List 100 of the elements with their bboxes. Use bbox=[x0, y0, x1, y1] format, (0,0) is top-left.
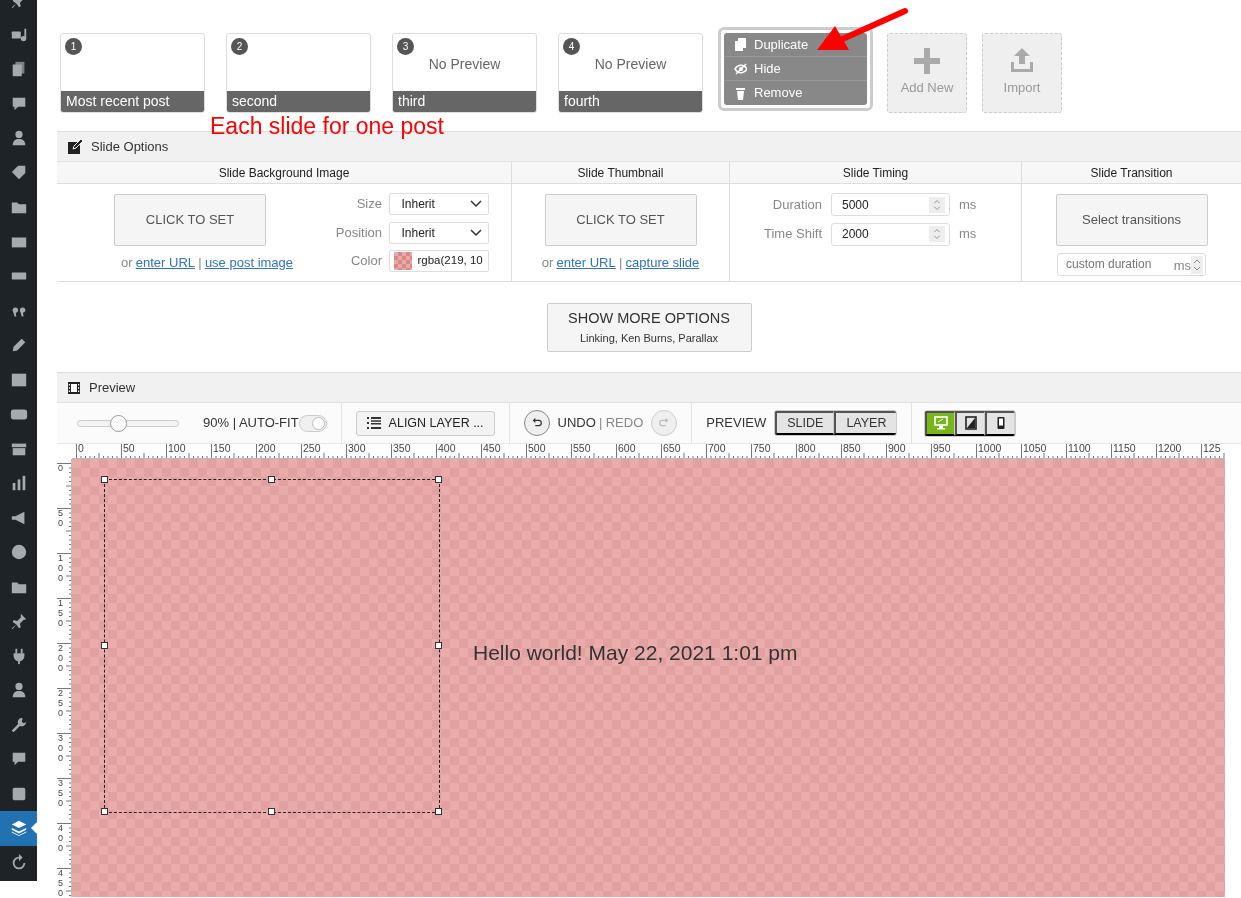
ruler-label: 300 bbox=[348, 444, 366, 454]
link[interactable]: use post image bbox=[204, 252, 294, 272]
slide-number: 2 bbox=[231, 38, 248, 55]
device-button[interactable] bbox=[985, 410, 1016, 436]
chevron-icon bbox=[469, 228, 482, 237]
ruler-label: 50 bbox=[58, 509, 64, 529]
link[interactable]: capture slide bbox=[625, 252, 700, 272]
number-field[interactable]: 5000 bbox=[831, 193, 950, 216]
ruler-label: 100 bbox=[168, 444, 186, 454]
field-label: Position bbox=[334, 223, 382, 242]
slide-title: third bbox=[393, 91, 536, 112]
field-label: Duration bbox=[771, 195, 822, 214]
active-indicator bbox=[31, 822, 37, 835]
ruler-label: 0 bbox=[58, 464, 64, 474]
trash-icon bbox=[734, 86, 747, 100]
ruler-label: 1000 bbox=[978, 444, 1002, 454]
unit-label: ms bbox=[1173, 256, 1191, 275]
show-more-options-button[interactable]: SHOW MORE OPTIONS Linking, Ken Burns, Parallax bbox=[546, 302, 752, 352]
layers-icon bbox=[9, 819, 28, 838]
ruler-label: 600 bbox=[618, 444, 636, 454]
ruler-label: 300 bbox=[58, 734, 64, 764]
wrench-icon bbox=[9, 715, 28, 734]
ruler-label: 100 bbox=[58, 554, 64, 584]
slide-thumbnail[interactable]: Most recent post 1 bbox=[60, 33, 205, 113]
number-field[interactable]: 2000 bbox=[831, 222, 950, 246]
resize-handle[interactable] bbox=[101, 476, 108, 483]
ruler-label: 250 bbox=[58, 689, 64, 719]
set-image-button[interactable]: CLICK TO SET bbox=[114, 194, 266, 246]
panel-title: Slide Options bbox=[91, 137, 169, 156]
select-field[interactable]: Inherit bbox=[388, 193, 489, 215]
resize-handle[interactable] bbox=[268, 476, 275, 483]
ruler-label: 1150 bbox=[1113, 444, 1136, 454]
resize-handle[interactable] bbox=[435, 476, 442, 483]
ruler-label: 650 bbox=[663, 444, 681, 454]
link[interactable]: enter URL bbox=[135, 252, 195, 272]
spinner-icon bbox=[1191, 256, 1203, 275]
select-transitions-button[interactable]: Select transitions bbox=[1055, 194, 1208, 246]
ruler-label: 800 bbox=[798, 444, 816, 454]
preview-mode-tab[interactable]: SLIDE bbox=[775, 411, 835, 435]
spinner-icon bbox=[929, 195, 945, 214]
preview-mode-tab[interactable]: LAYER bbox=[834, 411, 897, 435]
menu-item[interactable]: Remove bbox=[724, 81, 867, 105]
zoom-label: 90% | AUTO-FIT bbox=[203, 414, 299, 433]
unit-label: ms bbox=[959, 195, 977, 214]
plus-icon bbox=[914, 48, 940, 75]
slide-title: fourth bbox=[559, 91, 702, 112]
text-layer[interactable]: Hello world! May 22, 2021 1:01 pm bbox=[471, 635, 800, 671]
ruler-label: 350 bbox=[393, 444, 411, 454]
ruler-label: 400 bbox=[438, 444, 456, 454]
tablet-icon bbox=[964, 416, 978, 430]
preview-placeholder: No Preview bbox=[594, 55, 667, 74]
align-layer-button[interactable]: ALIGN LAYER ... bbox=[355, 410, 495, 436]
column-heading: Slide Timing bbox=[730, 162, 1021, 184]
ruler-label: 150 bbox=[213, 444, 231, 454]
film-icon bbox=[67, 380, 81, 395]
device-button[interactable] bbox=[925, 410, 956, 436]
annotation-caption: Each slide for one post bbox=[210, 113, 444, 141]
sidebar-item[interactable] bbox=[0, 811, 37, 846]
ruler-label: 550 bbox=[573, 444, 591, 454]
slide-number: 1 bbox=[65, 38, 82, 55]
column-heading: Slide Transition bbox=[1022, 162, 1241, 184]
undo-label: UNDO bbox=[557, 414, 596, 433]
unit-label: ms bbox=[959, 225, 977, 244]
ruler-label: 450 bbox=[483, 444, 501, 454]
ruler-label: 200 bbox=[58, 644, 64, 674]
ruler-label: 750 bbox=[753, 444, 771, 454]
select-field[interactable]: Inherit bbox=[388, 221, 489, 244]
ruler-label: 400 bbox=[58, 824, 64, 854]
undo-button[interactable] bbox=[523, 410, 550, 436]
or-label: or bbox=[120, 253, 133, 272]
edit-icon bbox=[67, 138, 83, 155]
monitor-icon bbox=[934, 416, 948, 430]
link[interactable]: enter URL bbox=[556, 252, 616, 272]
ruler-label: 1100 bbox=[1068, 444, 1091, 454]
eye-slash-icon bbox=[734, 62, 747, 75]
slide-thumbnail[interactable]: No Preview fourth 4 bbox=[558, 33, 703, 113]
resize-handle[interactable] bbox=[101, 808, 108, 815]
list-icon bbox=[366, 417, 381, 429]
zoom-slider[interactable] bbox=[77, 414, 179, 432]
device-button[interactable] bbox=[955, 410, 986, 436]
resize-handle[interactable] bbox=[101, 642, 108, 649]
auto-fit-toggle[interactable] bbox=[298, 414, 327, 432]
slide-title: second bbox=[227, 91, 370, 112]
resize-handle[interactable] bbox=[268, 808, 275, 815]
menu-item[interactable]: Hide bbox=[724, 57, 867, 81]
resize-handle[interactable] bbox=[435, 642, 442, 649]
ruler-label: 150 bbox=[58, 599, 64, 629]
slide-number: 3 bbox=[397, 38, 414, 55]
ruler-label: 200 bbox=[258, 444, 276, 454]
color-swatch bbox=[393, 252, 412, 270]
divider-label: | bbox=[599, 414, 603, 433]
set-thumbnail-button[interactable]: CLICK TO SET bbox=[544, 194, 697, 246]
preview-placeholder: No Preview bbox=[428, 55, 501, 74]
slide-thumbnail[interactable]: second 2 bbox=[226, 33, 371, 113]
resize-handle[interactable] bbox=[435, 808, 442, 815]
circle-icon bbox=[9, 543, 28, 562]
color-field[interactable]: rgba(219, 10 bbox=[388, 250, 489, 272]
redo-label: REDO bbox=[605, 414, 644, 433]
slide-thumbnail[interactable]: No Preview third 3 bbox=[392, 33, 537, 113]
spinner-icon bbox=[929, 225, 945, 243]
